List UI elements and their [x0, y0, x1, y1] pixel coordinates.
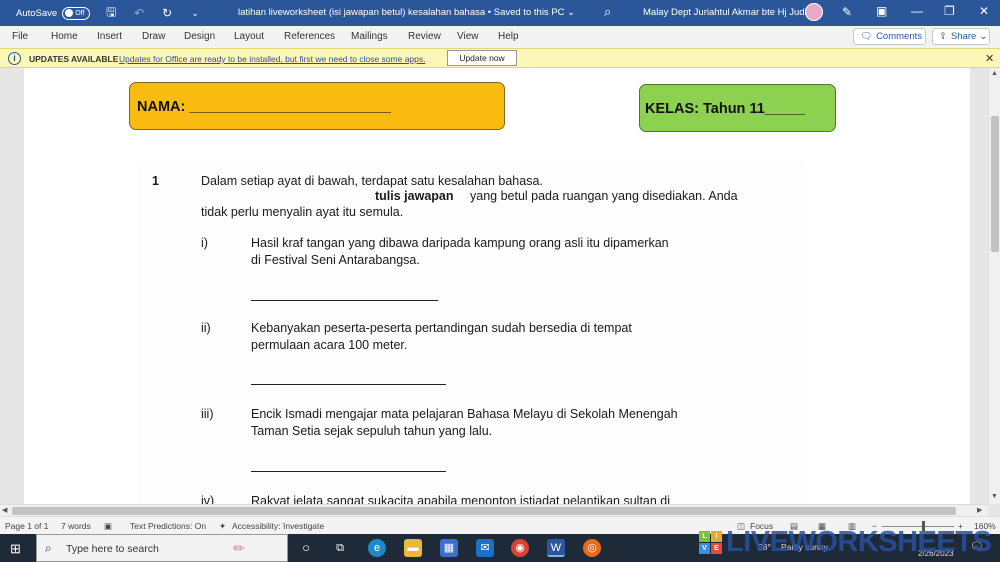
share-icon: ⇪ [939, 31, 947, 42]
item-line-1: Rakyat jelata sangat sukacita apabila me… [251, 494, 671, 504]
horizontal-scrollbar[interactable]: ◀ ▶ [0, 504, 988, 516]
item-line-1: Encik Ismadi mengajar mata pelajaran Bah… [251, 407, 678, 421]
redo-icon[interactable]: ↻ [160, 6, 174, 20]
item-number: iii) [201, 407, 214, 421]
nama-label: NAMA: _________________________ [137, 99, 391, 115]
scroll-left-icon[interactable]: ◀ [2, 506, 7, 514]
document-page[interactable]: NAMA: _________________________ KELAS: T… [24, 68, 970, 504]
text-predictions[interactable]: Text Predictions: On [130, 521, 206, 531]
restore-icon[interactable]: ❐ [944, 4, 955, 18]
intro-line-3: tidak perlu menyalin ayat itu semula. [201, 205, 404, 219]
save-icon[interactable]: 🖫 [104, 3, 118, 24]
ribbon-tabs: File Home Insert Draw Design Layout Refe… [0, 26, 1000, 48]
vertical-scrollbar[interactable]: ▲ ▼ [988, 68, 1000, 504]
autosave-state: Off [75, 9, 85, 17]
tab-view[interactable]: View [457, 31, 479, 42]
vertical-scroll-thumb[interactable] [991, 116, 999, 252]
avatar[interactable] [805, 3, 823, 21]
item-line-1: Kebanyakan peserta-peserta pertandingan … [251, 321, 632, 335]
answer-line [251, 384, 446, 386]
scroll-right-icon[interactable]: ▶ [977, 506, 982, 514]
liveworksheets-watermark: LIVEWORKSHEETS [726, 526, 992, 558]
comment-icon: 🗨 [860, 31, 873, 42]
firefox-icon[interactable]: ◎ [583, 539, 601, 557]
search-placeholder: Type here to search [66, 543, 159, 555]
tab-home[interactable]: Home [51, 31, 78, 42]
info-icon: i [8, 52, 21, 65]
cortana-icon[interactable]: ○ [297, 539, 315, 557]
comments-label: Comments [876, 31, 922, 42]
update-message-link[interactable]: Updates for Office are ready to be insta… [119, 54, 425, 64]
comments-button[interactable]: 🗨 Comments [853, 28, 926, 45]
title-bar: AutoSave Off 🖫 ↶ ↻ ⌄ latihan liveworkshe… [0, 0, 1000, 26]
document-canvas[interactable]: NAMA: _________________________ KELAS: T… [0, 68, 988, 504]
windows-start-icon[interactable]: ⊞ [10, 541, 21, 557]
close-icon[interactable]: ✕ [979, 4, 989, 18]
page-count[interactable]: Page 1 of 1 [5, 521, 48, 531]
undo-icon[interactable]: ↶ [132, 6, 146, 20]
horizontal-scroll-thumb[interactable] [12, 507, 956, 515]
update-notification-bar: i UPDATES AVAILABLE Updates for Office a… [0, 48, 1000, 68]
file-explorer-icon[interactable]: ▬ [404, 539, 422, 557]
tab-draw[interactable]: Draw [142, 31, 165, 42]
kelas-box[interactable]: KELAS: Tahun 11_____ [639, 84, 836, 132]
question-number: 1 [152, 174, 159, 188]
store-icon[interactable]: ▦ [440, 539, 458, 557]
edge-icon[interactable]: e [368, 539, 386, 557]
item-line-2: di Festival Seni Antarabangsa. [251, 253, 420, 267]
proofing-icon[interactable]: ▣ [104, 521, 112, 532]
scanned-worksheet-image: 1 Dalam setiap ayat di bawah, terdapat s… [137, 164, 805, 504]
nama-box[interactable]: NAMA: _________________________ [129, 82, 505, 130]
intro-line-2-bold: tulis jawapan [375, 189, 454, 203]
tab-references[interactable]: References [284, 31, 335, 42]
scroll-up-icon[interactable]: ▲ [991, 70, 998, 77]
share-label: Share [950, 31, 977, 42]
tab-help[interactable]: Help [498, 31, 519, 42]
update-title: UPDATES AVAILABLE [29, 54, 119, 64]
word-count[interactable]: 7 words [61, 521, 91, 531]
answer-line [251, 471, 446, 473]
autosave-toggle[interactable]: Off [62, 6, 91, 20]
item-number: iv) [201, 494, 215, 504]
item-number: i) [201, 236, 208, 250]
tab-design[interactable]: Design [184, 31, 215, 42]
answer-line [251, 300, 438, 302]
item-line-2: Taman Setia sejak sepuluh tahun yang lal… [251, 424, 493, 438]
customize-toolbar-icon[interactable]: ⌄ [188, 8, 202, 19]
item-number: ii) [201, 321, 211, 335]
item-line-1: Hasil kraf tangan yang dibawa daripada k… [251, 236, 669, 250]
tab-file[interactable]: File [12, 31, 28, 42]
toggle-knob [65, 9, 74, 17]
chrome-icon[interactable]: ◉ [511, 539, 529, 557]
close-icon[interactable]: ✕ [985, 52, 994, 65]
tab-review[interactable]: Review [408, 31, 441, 42]
tab-mailings[interactable]: Mailings [351, 31, 388, 42]
tab-layout[interactable]: Layout [234, 31, 264, 42]
item-line-2: permulaan acara 100 meter. [251, 338, 408, 352]
word-icon[interactable]: W [547, 539, 565, 557]
share-button[interactable]: ⇪ Share ⌄ [932, 28, 990, 45]
intro-line-1: Dalam setiap ayat di bawah, terdapat sat… [201, 174, 543, 188]
liveworksheets-logo-dice: L I V E [699, 531, 723, 555]
task-view-icon[interactable]: ⧉ [331, 539, 349, 557]
accessibility-icon: ✦ [219, 521, 227, 531]
search-icon: ⌕ [45, 541, 52, 555]
chevron-down-icon: ⌄ [979, 31, 988, 42]
autosave-label: AutoSave [16, 7, 58, 19]
kelas-label: KELAS: Tahun 11_____ [645, 101, 806, 117]
update-now-button[interactable]: Update now [447, 50, 517, 66]
pencil-icon: ✏ [233, 540, 245, 556]
minimize-icon[interactable]: — [911, 4, 923, 18]
user-name[interactable]: Malay Dept Juriahtul Akmar bte Hj Judin [643, 7, 812, 18]
tab-insert[interactable]: Insert [97, 31, 122, 42]
ribbon-display-icon[interactable]: ▣ [876, 4, 887, 18]
scroll-down-icon[interactable]: ▼ [991, 493, 998, 500]
intro-line-2: yang betul pada ruangan yang disediakan.… [470, 189, 738, 203]
mail-icon[interactable]: ✉ [476, 539, 494, 557]
document-title[interactable]: latihan liveworksheet (isi jawapan betul… [238, 7, 575, 18]
taskbar-search[interactable]: ⌕ Type here to search ✏ [36, 534, 288, 562]
search-icon[interactable]: ⌕ [604, 4, 611, 20]
accessibility-status[interactable]: Accessibility: Investigate [232, 521, 324, 531]
pen-icon[interactable]: ✎ [842, 5, 852, 19]
